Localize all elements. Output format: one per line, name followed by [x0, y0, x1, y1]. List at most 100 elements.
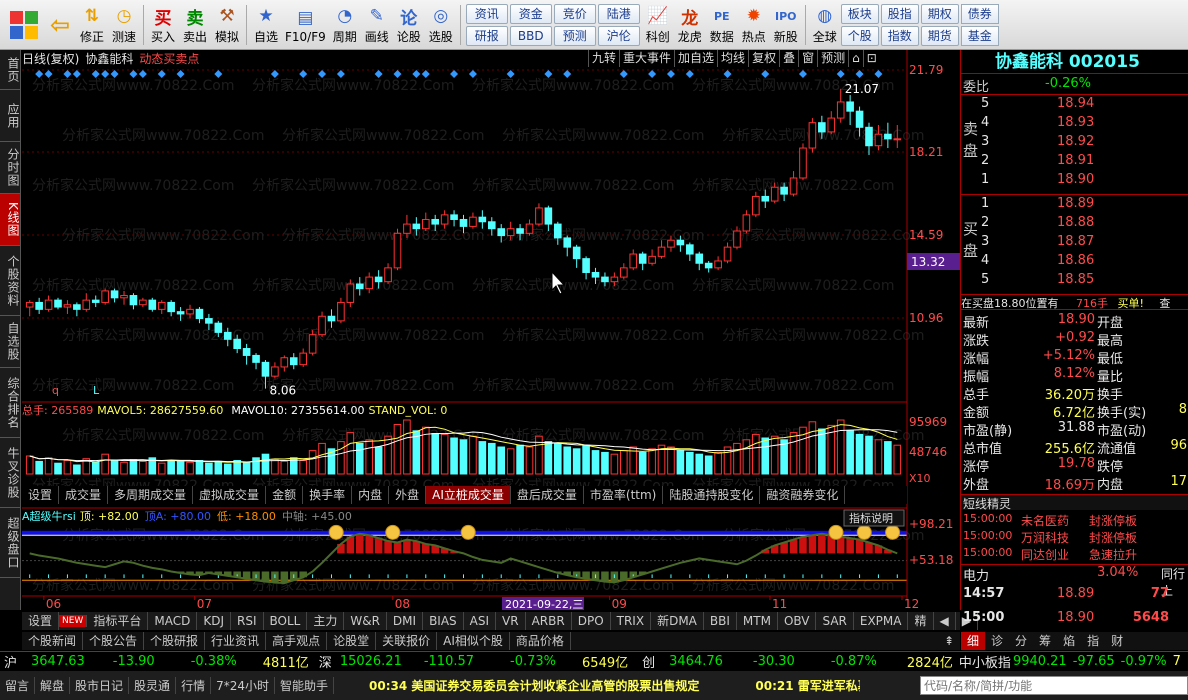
- stat-row[interactable]: 金额 6.72亿 换手(实) 8: [961, 402, 1188, 421]
- app-logo[interactable]: [4, 3, 44, 47]
- index-sh-name[interactable]: 沪: [4, 652, 17, 671]
- itab-mtm[interactable]: MTM: [737, 612, 778, 630]
- buy-level-row[interactable]: 1 18.89: [961, 196, 1188, 214]
- stat-row[interactable]: 市盈(静) 31.88 市盈(动): [961, 420, 1188, 439]
- status-stock-link[interactable]: 股灵通: [129, 677, 177, 694]
- vtab-settings[interactable]: 设置: [22, 486, 60, 504]
- shortline-row[interactable]: 15:00:00 未名医药 封涨停板: [961, 512, 1188, 530]
- discuss-button[interactable]: 论论股: [393, 2, 425, 48]
- stat-row[interactable]: 涨幅 +5.12% 最低: [961, 348, 1188, 367]
- dragon-tiger-button[interactable]: 龙龙虎: [674, 2, 706, 48]
- grid-btn-funds2[interactable]: 基金: [960, 25, 999, 46]
- index-sz-name[interactable]: 深: [319, 652, 332, 671]
- industry-peers-button[interactable]: 同行上: [1161, 565, 1188, 598]
- itab-asi[interactable]: ASI: [464, 612, 497, 630]
- stat-row[interactable]: 最新 18.90 开盘: [961, 312, 1188, 331]
- itab-vr[interactable]: VR: [496, 612, 526, 630]
- qtab-flame[interactable]: 焰: [1057, 632, 1081, 650]
- grid-btn-sector[interactable]: 板块: [840, 3, 879, 24]
- ntab-forum[interactable]: 论股堂: [327, 632, 377, 650]
- status-analysis[interactable]: 解盘: [35, 677, 71, 694]
- f10-button[interactable]: ▤ F10/F9: [282, 2, 329, 48]
- index-cy-name[interactable]: 创: [642, 652, 655, 671]
- itab-trix[interactable]: TRIX: [611, 612, 652, 630]
- status-quotes[interactable]: 行情: [176, 677, 212, 694]
- grid-btn-index-fut[interactable]: 股指: [880, 3, 919, 24]
- hot-button[interactable]: ✹ 热点: [738, 2, 770, 48]
- grid-btn-auction[interactable]: 竞价: [553, 3, 596, 24]
- vtab-margin[interactable]: 融资融券变化: [760, 486, 846, 504]
- grid-btn-news[interactable]: 资讯: [465, 3, 508, 24]
- qtab-split[interactable]: 分: [1009, 632, 1033, 650]
- vtab-turnover[interactable]: 换手率: [303, 486, 353, 504]
- ltab-order-book[interactable]: 超级盘口: [0, 508, 20, 578]
- itab-sar[interactable]: SAR: [816, 612, 854, 630]
- stat-row[interactable]: 振幅 8.12% 量比: [961, 366, 1188, 385]
- itab-new-dma[interactable]: 新DMA: [651, 612, 704, 630]
- qtab-index[interactable]: 指: [1081, 632, 1105, 650]
- expand-up-icon[interactable]: ⇞: [938, 632, 960, 650]
- status-message[interactable]: 留言: [0, 677, 36, 694]
- kline-chart[interactable]: 分析家公式网www.70822.Com 分析家公式网www.70822.Com 分析…: [22, 50, 960, 610]
- stat-row[interactable]: 总手 36.20万 换手: [961, 384, 1188, 403]
- shortline-row[interactable]: 15:00:00 同达创业 急速拉升: [961, 546, 1188, 564]
- industry-name[interactable]: 电力: [963, 565, 989, 584]
- ntab-ai-similar[interactable]: AI相似个股: [437, 632, 510, 650]
- itab-wr[interactable]: W&R: [344, 612, 387, 630]
- vtab-hk-holdings[interactable]: 陆股通持股变化: [663, 486, 761, 504]
- index-zx-name[interactable]: 中小板指: [959, 652, 1011, 671]
- grid-btn-hk-connect[interactable]: 陆港: [597, 3, 640, 24]
- itab-dpo[interactable]: DPO: [572, 612, 611, 630]
- buy-level-row[interactable]: 5 18.85: [961, 272, 1188, 290]
- grid-btn-forecast[interactable]: 预测: [553, 25, 596, 46]
- itab-bias[interactable]: BIAS: [423, 612, 464, 630]
- itab-settings[interactable]: 设置: [22, 612, 60, 630]
- grid-btn-index[interactable]: 指数: [880, 25, 919, 46]
- stat-row[interactable]: 涨停 19.78 跌停: [961, 456, 1188, 475]
- notice-check-link[interactable]: 查: [1159, 297, 1170, 309]
- itab-platform[interactable]: 指标平台: [87, 612, 149, 630]
- tick-row[interactable]: 14:57 18.89 77: [961, 586, 1188, 604]
- itab-dmi[interactable]: DMI: [387, 612, 424, 630]
- buy-button[interactable]: 买买入: [147, 2, 179, 48]
- stat-row[interactable]: 涨跌 +0.92 最高: [961, 330, 1188, 349]
- data-button[interactable]: PE 数据: [706, 2, 738, 48]
- ntab-industry[interactable]: 行业资讯: [205, 632, 267, 650]
- search-input[interactable]: [920, 676, 1188, 695]
- vtab-inner[interactable]: 内盘: [352, 486, 390, 504]
- ltab-timeshare[interactable]: 分时图: [0, 142, 20, 194]
- grid-btn-bbd[interactable]: BBD: [509, 25, 552, 46]
- ntab-experts[interactable]: 高手观点: [266, 632, 328, 650]
- ltab-watchlist[interactable]: 自选股: [0, 316, 20, 368]
- vtab-pe-ttm[interactable]: 市盈率(ttm): [584, 486, 664, 504]
- order-notice[interactable]: 在买盘18.80位置有 716手 买单! 查: [961, 294, 1188, 310]
- itab-bbi[interactable]: BBI: [704, 612, 737, 630]
- draw-button[interactable]: ✎ 画线: [361, 2, 393, 48]
- vtab-ai-volume[interactable]: AI立桩成交量: [426, 486, 511, 504]
- sell-level-row[interactable]: 3 18.92: [961, 134, 1188, 152]
- status-diary[interactable]: 股市日记: [70, 677, 130, 694]
- grid-btn-research[interactable]: 研报: [465, 25, 508, 46]
- scroll-left-icon[interactable]: ◀: [934, 612, 956, 630]
- shortline-row[interactable]: 15:00:00 万润科技 封涨停板: [961, 529, 1188, 547]
- news-ticker-1[interactable]: 00:34 美国证券交易委员会计划收紧企业高管的股票出售规定: [364, 677, 704, 694]
- ltab-diagnosis[interactable]: 牛叉诊股: [0, 438, 20, 508]
- ntab-announcements[interactable]: 个股公告: [83, 632, 145, 650]
- ipo-button[interactable]: IPO 新股: [770, 2, 802, 48]
- vtab-virtual-volume[interactable]: 虚拟成交量: [193, 486, 267, 504]
- itab-rsi[interactable]: RSI: [231, 612, 264, 630]
- vtab-volume[interactable]: 成交量: [59, 486, 109, 504]
- sell-level-row[interactable]: 4 18.93: [961, 115, 1188, 133]
- buy-level-row[interactable]: 4 18.86: [961, 253, 1188, 271]
- speedtest-button[interactable]: ◷ 测速: [108, 2, 140, 48]
- status-assistant[interactable]: 智能助手: [275, 677, 334, 694]
- news-ticker-2[interactable]: 00:21 雷军进军私募 小米: [750, 677, 860, 694]
- watchlist-button[interactable]: ★ 自选: [250, 2, 282, 48]
- itab-more[interactable]: 精: [908, 612, 934, 630]
- stat-row[interactable]: 总市值 255.6亿 流通值 96: [961, 438, 1188, 457]
- simulate-button[interactable]: ⚒ 模拟: [211, 2, 243, 48]
- ltab-ranking[interactable]: 综合排名: [0, 368, 20, 438]
- itab-kdj[interactable]: KDJ: [197, 612, 231, 630]
- itab-main-force[interactable]: 主力: [307, 612, 345, 630]
- buy-level-row[interactable]: 3 18.87: [961, 234, 1188, 252]
